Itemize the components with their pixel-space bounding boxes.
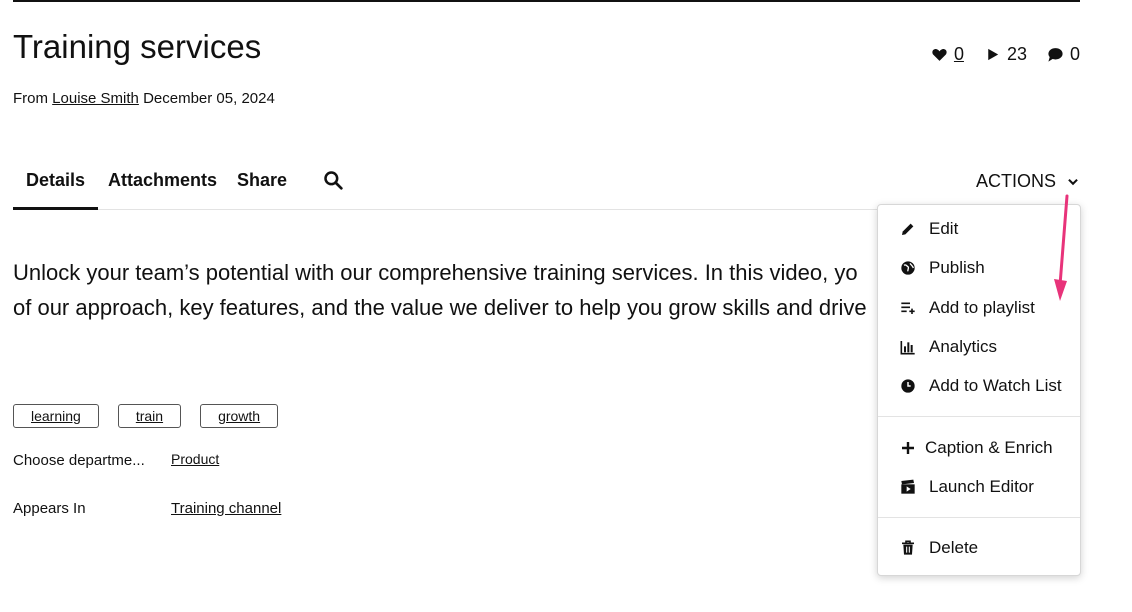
plays-stat: 23 (984, 44, 1027, 65)
department-label: Choose departme... (13, 452, 145, 469)
menu-divider (878, 416, 1080, 417)
top-divider (13, 0, 1080, 2)
chevron-down-icon (1068, 178, 1078, 185)
clock-icon (901, 379, 915, 393)
tag-train[interactable]: train (117, 404, 182, 428)
actions-dropdown-button[interactable]: ACTIONS (976, 171, 1080, 192)
tag-growth[interactable]: growth (200, 404, 279, 428)
tab-details[interactable]: Details (12, 170, 99, 210)
tab-bar: Details Attachments Share ACTIONS (12, 160, 1080, 210)
menu-item-add-to-watch-list[interactable]: Add to Watch List (878, 368, 1080, 404)
menu-item-add-to-playlist-label: Add to playlist (929, 298, 1035, 317)
department-value-link[interactable]: Product (171, 451, 219, 467)
menu-item-launch-editor[interactable]: Launch Editor (878, 469, 1080, 505)
menu-item-launch-editor-label: Launch Editor (929, 477, 1034, 496)
media-stats: 0 23 0 (931, 44, 1080, 65)
description-line-1: Unlock your team’s potential with our co… (13, 260, 858, 285)
menu-item-analytics-label: Analytics (929, 337, 998, 356)
appears-in-label: Appears In (13, 500, 86, 517)
appears-in-link[interactable]: Training channel (171, 500, 281, 517)
trash-icon (902, 540, 914, 555)
play-icon (988, 48, 999, 61)
tab-attachments[interactable]: Attachments (108, 170, 217, 191)
description-line-2: of our approach, key features, and the v… (13, 295, 867, 320)
bar-chart-icon (900, 341, 915, 355)
menu-divider (878, 517, 1080, 518)
byline: From Louise Smith December 05, 2024 (13, 90, 275, 107)
menu-item-add-to-watch-list-label: Add to Watch List (929, 376, 1062, 395)
menu-item-publish-label: Publish (929, 258, 985, 277)
actions-label: ACTIONS (975, 171, 1056, 191)
author-link[interactable]: Louise Smith (52, 90, 139, 107)
tab-share[interactable]: Share (237, 170, 287, 191)
byline-prefix: From (13, 90, 48, 107)
menu-item-delete[interactable]: Delete (878, 530, 1080, 566)
likes-stat[interactable]: 0 (931, 44, 964, 65)
menu-item-analytics[interactable]: Analytics (878, 329, 1080, 365)
clapperboard-icon (901, 479, 915, 494)
globe-icon (901, 261, 915, 275)
pencil-icon (902, 223, 914, 235)
tag-list: learning train growth (13, 404, 279, 428)
menu-item-caption-enrich[interactable]: Caption & Enrich (878, 430, 1080, 466)
menu-item-delete-label: Delete (929, 538, 979, 557)
plus-icon (902, 442, 914, 454)
comments-count: 0 (1069, 44, 1080, 64)
comment-icon (1048, 48, 1063, 62)
page-title: Training services (13, 28, 262, 65)
playlist-add-icon (901, 302, 915, 314)
tag-learning[interactable]: learning (13, 404, 99, 428)
publish-date: December 05, 2024 (143, 90, 275, 107)
description: Unlock your team’s potential with our co… (13, 255, 883, 325)
annotation-arrow-icon (1054, 194, 1069, 301)
menu-item-caption-enrich-label: Caption & Enrich (925, 438, 1053, 457)
heart-icon (932, 49, 947, 61)
comments-stat: 0 (1047, 44, 1080, 65)
menu-item-edit-label: Edit (929, 219, 959, 238)
likes-count: 0 (953, 44, 964, 64)
search-icon[interactable] (323, 170, 343, 190)
plays-count: 23 (1006, 44, 1027, 64)
